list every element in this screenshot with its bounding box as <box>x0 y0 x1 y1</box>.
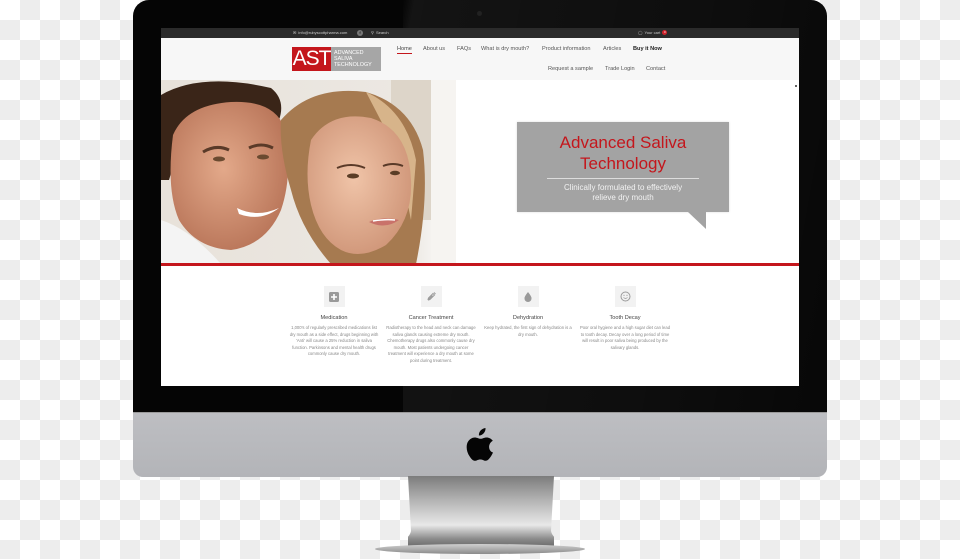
search-link[interactable]: ⚲ Search <box>371 30 389 35</box>
feature-dehydration: Dehydration Keep hydrated, the first sig… <box>482 286 574 338</box>
feature-text: Keep hydrated, the first sign of dehydra… <box>484 325 572 337</box>
feature-cancer-treatment: Cancer Treatment Radiotherapy to the hea… <box>385 286 477 365</box>
envelope-icon: ✉ <box>293 30 297 35</box>
monitor-stand <box>408 476 554 546</box>
nav-contact[interactable]: Contact <box>646 66 665 72</box>
nav-articles[interactable]: Articles <box>603 46 621 52</box>
features-section: Medication 1,000's of regularly prescrib… <box>161 266 799 386</box>
site-header: AST ADVANCED SALIVA TECHNOLOGY Home Abou… <box>161 38 799 81</box>
email-link[interactable]: ✉ info@rubyscottpharma.com <box>293 30 347 35</box>
cart-count-badge: 0 <box>662 30 668 35</box>
hero-subtitle-line-2: relieve dry mouth <box>592 193 654 202</box>
camera-icon <box>477 11 482 16</box>
feature-title: Medication <box>320 315 348 321</box>
monitor-base <box>375 544 585 554</box>
dropper-icon <box>420 286 442 307</box>
feature-title: Tooth Decay <box>609 315 641 321</box>
facebook-icon: f <box>357 30 363 36</box>
callout-tail <box>688 212 706 229</box>
website-screen: ✉ info@rubyscottpharma.com f ⚲ Search ◯ … <box>161 28 799 386</box>
top-bar: ✉ info@rubyscottpharma.com f ⚲ Search ◯ … <box>161 28 799 38</box>
cart-link[interactable]: ◯ Your cart 0 <box>638 30 668 35</box>
nav-home[interactable]: Home <box>397 46 412 54</box>
monitor-chin <box>133 412 827 477</box>
feature-medication: Medication 1,000's of regularly prescrib… <box>288 286 380 358</box>
nav-about-us[interactable]: About us <box>423 46 445 52</box>
hero-title-line-1: Advanced Saliva <box>559 133 687 152</box>
feature-text: 1,000's of regularly prescribed medicati… <box>289 325 379 357</box>
hero-callout: Advanced Saliva Technology Clinically fo… <box>517 122 729 212</box>
email-text: info@rubyscottpharma.com <box>298 30 348 35</box>
nav-what-is-dry-mouth[interactable]: What is dry mouth? <box>481 46 529 52</box>
primary-nav: Home About us FAQs What is dry mouth? Pr… <box>161 38 799 80</box>
feature-title: Dehydration <box>512 315 544 321</box>
feature-text: Poor oral hygiene and a high sugar diet … <box>579 325 671 350</box>
feature-title: Cancer Treatment <box>408 315 454 321</box>
nav-request-a-sample[interactable]: Request a sample <box>548 66 593 72</box>
hero-banner: Advanced Saliva Technology Clinically fo… <box>161 80 799 266</box>
search-icon: ⚲ <box>371 30 374 35</box>
nav-faqs[interactable]: FAQs <box>457 46 471 52</box>
cart-icon: ◯ <box>638 30 643 35</box>
plus-square-icon <box>323 286 345 307</box>
nav-trade-login[interactable]: Trade Login <box>605 66 635 72</box>
feature-tooth-decay: Tooth Decay Poor oral hygiene and a high… <box>579 286 671 351</box>
callout-divider <box>547 178 699 179</box>
water-drop-icon <box>517 286 539 307</box>
hero-title: Advanced Saliva Technology <box>517 132 729 174</box>
feature-text: Radiotherapy to the head and neck can da… <box>386 325 476 363</box>
hero-title-line-2: Technology <box>579 154 666 173</box>
hero-subtitle: Clinically formulated to effectively rel… <box>517 183 729 203</box>
facebook-link[interactable]: f <box>357 30 363 36</box>
slider-indicator[interactable] <box>795 85 797 87</box>
cart-label: Your cart <box>644 30 661 35</box>
couple-photo <box>161 80 456 264</box>
nav-product-information[interactable]: Product information <box>542 46 591 52</box>
apple-logo-icon <box>466 428 493 461</box>
nav-buy-it-now[interactable]: Buy it Now <box>633 46 662 52</box>
search-label: Search <box>375 30 389 35</box>
smiley-icon <box>614 286 636 307</box>
hero-subtitle-line-1: Clinically formulated to effectively <box>563 183 683 192</box>
